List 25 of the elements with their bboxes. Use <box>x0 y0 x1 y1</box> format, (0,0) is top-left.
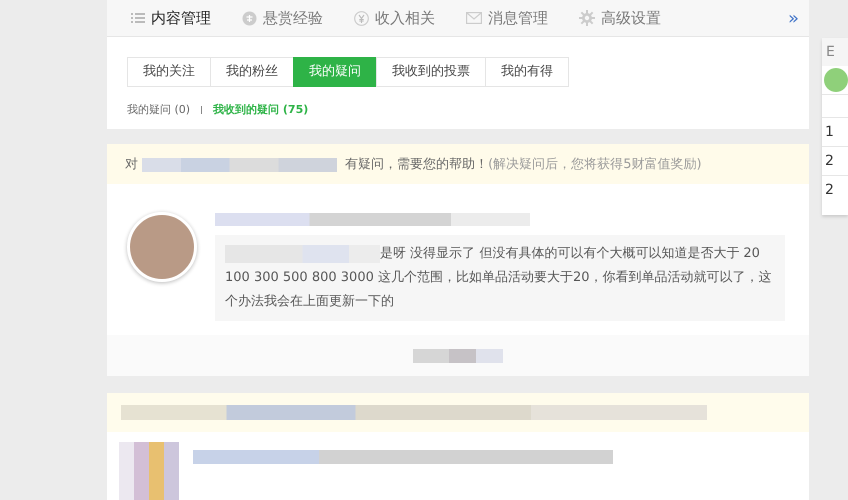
nav-item[interactable]: 内容管理 <box>131 8 211 28</box>
notice-text: 对 有疑问，需要您的帮助！(解决疑问后，您将获得5财富值奖励) <box>125 156 703 174</box>
table-cell: 2 <box>822 146 848 175</box>
table-cell: 1 <box>822 117 848 146</box>
tab[interactable]: 我的疑问 <box>293 57 377 88</box>
mail-icon <box>466 12 482 24</box>
nav-item[interactable]: 收入相关 <box>354 8 435 28</box>
avatar-placeholder <box>119 442 179 500</box>
sub-tab-link[interactable]: 我收到的疑问 (75) <box>213 102 308 118</box>
tab[interactable]: 我的有得 <box>485 57 569 88</box>
table-header: E <box>822 38 848 66</box>
yen-icon <box>354 10 369 26</box>
status-dot-icon <box>824 68 848 92</box>
sub-tab-link[interactable]: 我的疑问 (0) <box>127 102 190 118</box>
settings-icon <box>579 10 595 26</box>
tab[interactable]: 我收到的投票 <box>376 57 486 88</box>
comment-text: 是呀 没得显示了 但没有具体的可以有个大概可以知道是否大于 20 100 300 500 800 3000 这几个范围，比如单品活动要大于20，你看到单品活动就可以了，这个办法我会在上面更新一下的 <box>225 244 773 312</box>
table-cell: 2 <box>822 175 848 204</box>
coin-icon <box>242 10 257 26</box>
nav-item[interactable]: 高级设置 <box>579 8 661 28</box>
tab[interactable]: 我的关注 <box>127 57 211 88</box>
nav-item[interactable]: 消息管理 <box>466 8 548 28</box>
list-icon <box>131 12 145 24</box>
more-link[interactable]: » <box>788 8 799 29</box>
nav-item[interactable]: 悬赏经验 <box>242 8 323 28</box>
